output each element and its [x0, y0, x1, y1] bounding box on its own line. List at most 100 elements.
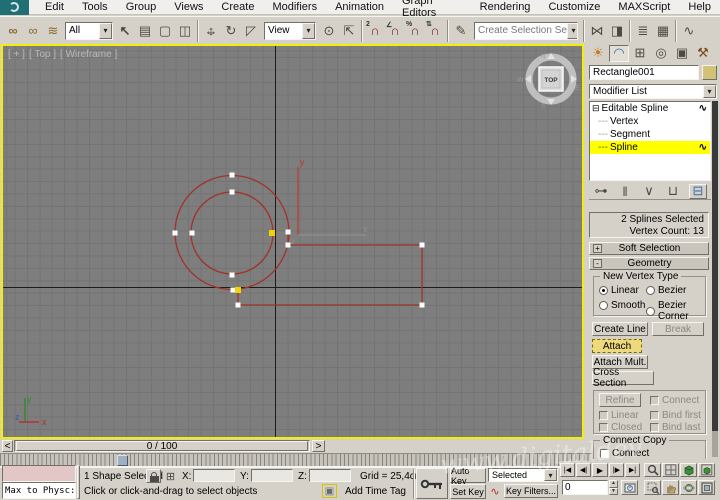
curve-editor-icon[interactable]: ∿ — [679, 21, 699, 41]
viewcube[interactable]: TOP W E N S — [517, 53, 580, 110]
unlink-selection-icon[interactable]: ∞ — [23, 21, 43, 41]
maximize-viewport-toggle-icon[interactable] — [698, 480, 715, 495]
viewport-pov-menu[interactable]: [ Top ] — [29, 49, 56, 60]
bind-last-checkbox[interactable]: Bind last — [650, 422, 700, 433]
object-color-swatch[interactable] — [702, 65, 717, 80]
menu-modifiers[interactable]: Modifiers — [263, 0, 326, 15]
modifier-onoff-icon[interactable]: ∿ — [699, 103, 707, 114]
stack-row-vertex[interactable]: --- Vertex — [590, 115, 710, 128]
track-bar[interactable] — [0, 453, 592, 467]
zoom-all-icon[interactable] — [662, 463, 679, 477]
time-slider-thumb[interactable]: 0 / 100 — [16, 441, 308, 451]
dropdown-arrow-icon[interactable]: ▾ — [99, 23, 112, 39]
dropdown-arrow-icon[interactable]: ▾ — [302, 23, 315, 39]
rectangular-selection-region-icon[interactable]: ▢ — [155, 21, 175, 41]
menu-tools[interactable]: Tools — [73, 0, 117, 15]
absolute-offset-toggle-icon[interactable]: ⊞ — [163, 469, 178, 483]
go-to-start-button[interactable]: |◀ — [560, 463, 575, 477]
stack-expand-icon[interactable]: ⊟ — [592, 103, 600, 114]
inner-circle-spline[interactable] — [191, 192, 273, 274]
select-and-rotate-icon[interactable]: ↻ — [221, 21, 241, 41]
set-key-button[interactable]: Set Key — [450, 484, 486, 499]
bind-first-checkbox[interactable]: Bind first — [650, 410, 701, 421]
modifier-onoff-icon[interactable]: ∿ — [699, 142, 707, 153]
zoom-extents-icon[interactable] — [680, 463, 697, 477]
default-in-out-tangent-icon[interactable]: ∿ — [488, 484, 502, 498]
dropdown-arrow-icon[interactable]: ▾ — [703, 85, 716, 98]
add-time-tag[interactable]: Add Time Tag — [345, 486, 406, 497]
select-and-scale-icon[interactable]: ◸ — [241, 21, 261, 41]
stack-row-spline-selected[interactable]: --- Spline ∿ — [590, 141, 710, 154]
align-icon[interactable]: ◨ — [607, 21, 627, 41]
menu-group[interactable]: Group — [117, 0, 166, 15]
attach-button[interactable]: Attach — [592, 339, 642, 353]
track-bar-frame-marker[interactable] — [117, 455, 128, 466]
rollout-geometry[interactable]: - Geometry — [589, 257, 709, 270]
tab-display[interactable]: ▣ — [672, 45, 692, 62]
menu-help[interactable]: Help — [679, 0, 720, 15]
pan-hand-icon[interactable] — [662, 480, 679, 495]
time-configuration-icon[interactable] — [621, 480, 638, 495]
edit-named-selection-sets-icon[interactable]: ✎ — [451, 21, 471, 41]
select-object-icon[interactable]: ↖ — [115, 21, 135, 41]
tab-modify[interactable]: ◠ — [609, 45, 629, 62]
y-coord-field[interactable] — [251, 469, 293, 482]
menu-create[interactable]: Create — [212, 0, 263, 15]
snap-toggle-icon[interactable]: ∩ 2 — [365, 21, 385, 41]
select-and-manipulate-icon[interactable]: ⇱ — [339, 21, 359, 41]
z-coord-field[interactable] — [309, 469, 351, 482]
window-crossing-icon[interactable]: ◫ — [175, 21, 195, 41]
linear-checkbox[interactable]: Linear — [599, 410, 639, 421]
remove-modifier-icon[interactable]: ⊔ — [665, 184, 681, 199]
listener-splitter[interactable] — [77, 465, 80, 499]
viewport-general-menu[interactable]: [ + ] — [8, 49, 25, 60]
tab-motion[interactable]: ◎ — [651, 45, 671, 62]
menu-edit[interactable]: Edit — [36, 0, 73, 15]
frame-spinner[interactable]: ▲▼ — [609, 480, 618, 495]
select-and-move-icon[interactable]: ↔ ↕ — [201, 21, 221, 41]
pin-stack-icon[interactable]: ⊶ — [593, 184, 609, 199]
menu-graph-editors[interactable]: Graph Editors — [393, 0, 471, 15]
key-filters-button[interactable]: Key Filters... — [504, 484, 558, 498]
connect-checkbox[interactable]: Connect — [650, 395, 699, 406]
radio-smooth[interactable]: Smooth — [599, 300, 645, 311]
select-by-name-icon[interactable]: ▤ — [135, 21, 155, 41]
refine-button[interactable]: Refine — [599, 393, 641, 407]
current-frame-field[interactable] — [563, 482, 607, 493]
orbit-icon[interactable] — [680, 480, 697, 495]
modifier-list-dropdown[interactable]: Modifier List ▾ — [589, 84, 717, 99]
zoom-extents-all-icon[interactable] — [698, 463, 715, 477]
x-coord-field[interactable] — [193, 469, 235, 482]
object-name-field[interactable] — [589, 65, 699, 80]
select-and-link-icon[interactable]: ∞ — [3, 21, 23, 41]
maxscript-listener-pane[interactable]: Max to Physc: — [2, 482, 76, 499]
panel-scrollbar[interactable] — [712, 101, 718, 457]
viewport-top[interactable]: y x z y x z — [1, 44, 584, 439]
layer-manager-icon[interactable]: ≣ — [633, 21, 653, 41]
dropdown-arrow-icon[interactable]: ▾ — [567, 23, 578, 39]
connect-copy-checkbox[interactable]: Connect — [600, 448, 649, 459]
menu-maxscript[interactable]: MAXScript — [609, 0, 679, 15]
show-end-result-icon[interactable]: ‖ — [617, 184, 633, 199]
dropdown-arrow-icon[interactable]: ▾ — [544, 469, 557, 481]
menu-animation[interactable]: Animation — [326, 0, 393, 15]
radio-bezier-corner[interactable]: Bezier Corner — [646, 300, 705, 322]
angle-snap-icon[interactable]: ∩ ∠ — [385, 21, 405, 41]
make-unique-icon[interactable]: ∨ — [641, 184, 657, 199]
menu-customize[interactable]: Customize — [539, 0, 609, 15]
viewport-canvas[interactable]: y x z y x z — [3, 46, 582, 437]
named-selection-set-dropdown[interactable]: Create Selection Se ▾ — [474, 22, 578, 40]
use-pivot-center-icon[interactable]: ⊙ — [319, 21, 339, 41]
menu-rendering[interactable]: Rendering — [471, 0, 540, 15]
tab-create[interactable]: ☀ — [588, 45, 608, 62]
zoom-icon[interactable] — [644, 463, 661, 477]
scrollbar-thumb[interactable] — [712, 101, 718, 431]
stack-row-editable-spline[interactable]: ⊟ Editable Spline ∿ — [590, 102, 710, 115]
first-vertices[interactable] — [235, 230, 275, 293]
rectangle-spline[interactable] — [238, 232, 422, 305]
time-slider-left-arrow[interactable]: < — [2, 440, 13, 452]
percent-snap-icon[interactable]: ∩ % — [405, 21, 425, 41]
rollout-soft-selection[interactable]: + Soft Selection — [589, 242, 709, 255]
break-button[interactable]: Break — [652, 322, 704, 336]
selection-filter-dropdown[interactable]: All ▾ — [65, 22, 113, 40]
